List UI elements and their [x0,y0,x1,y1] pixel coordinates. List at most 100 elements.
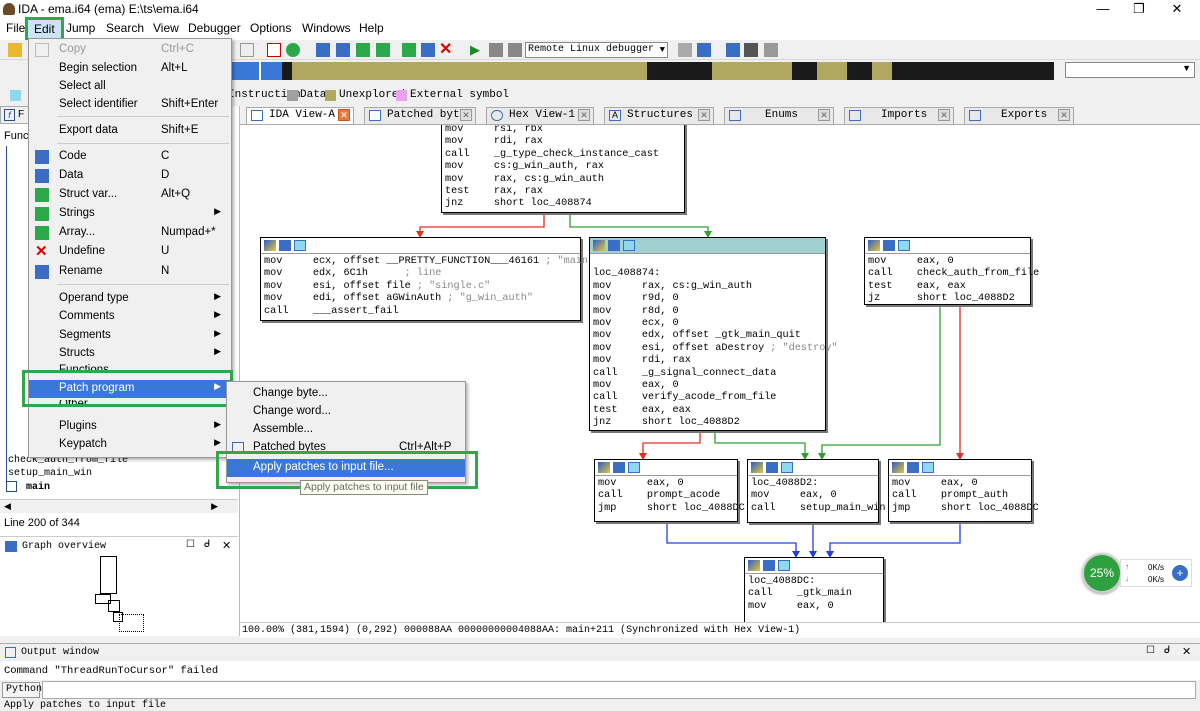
menu-item-array[interactable]: Array... Numpad+* [29,224,231,242]
graph-node-prompt-auth[interactable]: mov eax, 0 call prompt_auth jmp short loc_… [888,459,1039,522]
stop-icon[interactable] [508,43,522,57]
functions-pane-tab[interactable]: f F [0,106,30,124]
tab-hex-view-1[interactable]: Hex View-1 ✕ [486,107,594,124]
tab-ida-view-a[interactable]: IDA View-A ✕ [246,107,354,124]
code-line[interactable]: test rax, rax [445,186,681,198]
function-list-hscroll[interactable]: ◀ ▶ [0,499,238,513]
close-pane-icon[interactable]: ✕ [222,539,231,552]
color-node-icon[interactable] [751,462,763,473]
code-line[interactable]: mov eax, 0 [598,478,734,490]
output-window-body[interactable]: Command "ThreadRunToCursor" failed [0,661,1200,680]
menu-jump[interactable]: Jump [66,21,95,35]
plus-icon[interactable]: + [1172,565,1188,581]
code-line[interactable]: call _g_type_check_instance_cast [445,149,681,161]
code-line[interactable]: call ___assert_fail [264,306,577,318]
tab-exports[interactable]: Exports ✕ [964,107,1074,124]
edit-node-icon[interactable] [608,240,620,251]
tab-close-icon[interactable]: ✕ [818,109,830,121]
breakpoint-icon[interactable] [267,43,281,57]
code-line[interactable]: mov rdi, rax [593,355,822,367]
menu-item-change-byte[interactable]: Change byte... [227,385,465,403]
graph-node-top[interactable]: mov rsi, rbx mov rdi, rax call _g_type_che… [441,125,685,213]
menu-item-begin-selection[interactable]: Begin selection Alt+L [29,60,231,78]
graph-node-loc-408874[interactable]: loc_408874: mov rax, cs:g_win_auth mov r9d… [589,237,838,431]
code-line[interactable]: loc_4088D2: [751,478,875,490]
code-line[interactable]: jmp short loc_4088DC [892,503,1039,515]
edit-node-icon[interactable] [279,240,291,251]
code-line[interactable]: loc_408874: [593,268,822,280]
code-line[interactable]: mov eax, 0 [593,380,822,392]
code-line[interactable] [593,256,822,268]
code-line[interactable]: jnz short loc_408874 [445,198,681,210]
toolbar-icon-a[interactable] [240,43,254,57]
menu-item-segments[interactable]: Segments ▶ [29,327,231,345]
tab-imports[interactable]: Imports ✕ [844,107,954,124]
menu-item-assemble[interactable]: Assemble... [227,421,465,439]
toolbar-icon-i[interactable] [697,43,711,57]
restore-pane-icon[interactable]: ☐ [186,539,195,550]
graph-node-prompt-acode[interactable]: mov eax, 0 call prompt_acode jmp short loc… [594,459,745,522]
code-line[interactable]: mov ecx, offset __PRETTY_FUNCTION___4616… [264,256,594,268]
code-line[interactable]: test eax, eax [868,281,1027,293]
toolbar-icon-j[interactable] [726,43,740,57]
close-pane-icon[interactable]: ✕ [1182,645,1191,658]
code-line[interactable]: jnz short loc_4088D2 [593,417,822,429]
toolbar-icon-f[interactable] [402,43,416,57]
menu-item-select-identifier[interactable]: Select identifier Shift+Enter [29,96,231,114]
tab-patched-bytes[interactable]: Patched bytes ✕ [364,107,476,124]
close-button[interactable]: ✕ [1160,0,1194,19]
code-line[interactable]: call check_auth_from_file [868,268,1039,280]
command-input[interactable] [42,681,1196,699]
menu-view[interactable]: View [153,21,179,35]
function-row-main[interactable]: main [6,481,50,493]
menu-item-data[interactable]: Data D [29,167,231,185]
network-speed-widget[interactable]: 25% ↑ 0K/s ↓ 0K/s + [1082,553,1192,593]
ida-graph-view[interactable]: mov rsi, rbx mov rdi, rax call _g_type_che… [240,125,1200,622]
graph-node-check-auth[interactable]: mov eax, 0 call check_auth_from_file test … [864,237,1039,305]
color-node-icon[interactable] [868,240,880,251]
code-line[interactable]: loc_4088DC: [748,576,880,588]
color-node-icon[interactable] [892,462,904,473]
code-line[interactable]: mov r8d, 0 [593,306,822,318]
graph-overview-canvas[interactable] [90,554,150,639]
code-line[interactable]: call prompt_auth [892,490,1028,502]
code-line[interactable]: call _gtk_main [748,588,880,600]
tab-close-icon[interactable]: ✕ [578,109,590,121]
restore-pane-icon[interactable]: ☐ [1146,645,1155,656]
group-node-icon[interactable] [623,240,635,251]
code-line[interactable]: mov cs:g_win_auth, rax [445,161,681,173]
edit-node-icon[interactable] [907,462,919,473]
color-node-icon[interactable] [264,240,276,251]
group-node-icon[interactable] [898,240,910,251]
menu-item-undefine[interactable]: ✕ Undefine U [29,243,231,261]
code-line[interactable]: mov esi, offset file ; "single.c" [264,281,577,293]
toolbar-icon-g[interactable] [421,43,435,57]
code-line[interactable]: call _g_signal_connect_data [593,368,822,380]
graph-node-loc-4088dc[interactable]: loc_4088DC: call _gtk_main mov eax, 0 [744,557,884,622]
menu-file[interactable]: File [6,21,25,35]
code-line[interactable]: mov ecx, 0 [593,318,822,330]
menu-item-keypatch[interactable]: Keypatch ▶ [29,436,231,454]
menu-item-copy[interactable]: Copy Ctrl+C [29,41,231,59]
code-line[interactable]: mov eax, 0 [892,478,1028,490]
python-button[interactable]: Python [2,682,42,698]
menu-debugger[interactable]: Debugger [188,21,241,35]
menu-item-rename[interactable]: Rename N [29,263,231,281]
minimize-button[interactable]: — [1086,0,1120,19]
code-line[interactable]: mov eax, 0 [868,256,1027,268]
menu-item-plugins[interactable]: Plugins ▶ [29,418,231,436]
menu-windows[interactable]: Windows [302,21,351,35]
code-line[interactable]: jz short loc_4088D2 [868,293,1027,305]
tab-close-icon[interactable]: ✕ [698,109,710,121]
menu-item-select-all[interactable]: Select all [29,78,231,96]
network-usage-gauge[interactable]: 25% [1082,553,1122,593]
menu-item-change-word[interactable]: Change word... [227,403,465,421]
toolbar-icon-k[interactable] [744,43,758,57]
tab-close-icon[interactable]: ✕ [938,109,950,121]
code-line[interactable]: mov eax, 0 [748,601,880,613]
code-line[interactable]: mov esi, offset aDestroy ; "destroy" [593,343,838,355]
code-line[interactable]: mov rax, cs:g_win_auth [445,174,681,186]
scroll-left-icon[interactable]: ◀ [4,501,11,512]
function-row-setup-main-win[interactable]: setup_main_win [8,468,92,479]
color-node-icon[interactable] [593,240,605,251]
